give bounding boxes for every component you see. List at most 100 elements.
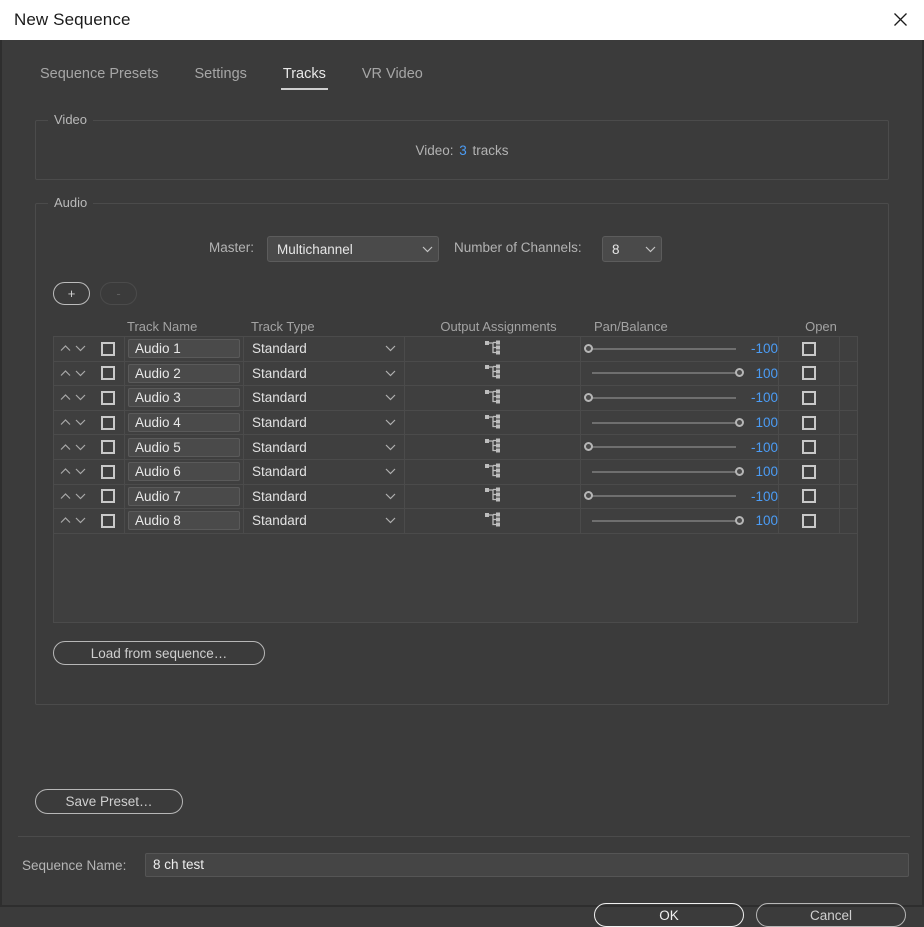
open-checkbox[interactable]	[802, 489, 816, 504]
chevron-down-icon[interactable]	[75, 394, 86, 401]
pan-balance-slider[interactable]	[584, 439, 744, 455]
open-checkbox[interactable]	[802, 415, 816, 430]
track-list[interactable]: Audio 1 Standard -100 Audio 2 Standard 100 Aud…	[53, 336, 858, 623]
pan-slider-knob[interactable]	[584, 442, 593, 452]
pan-slider-knob[interactable]	[735, 515, 744, 525]
track-checkbox[interactable]	[101, 440, 115, 455]
track-name-input[interactable]: Audio 4	[128, 413, 240, 433]
pan-balance-slider[interactable]	[584, 513, 744, 529]
chevron-down-icon[interactable]	[75, 468, 86, 475]
tab-settings[interactable]: Settings	[177, 62, 265, 88]
track-name-input[interactable]: Audio 3	[128, 388, 240, 408]
track-type-select[interactable]: Standard	[246, 413, 401, 433]
pan-balance-value[interactable]: 100	[744, 415, 778, 430]
output-assignments-cell[interactable]	[405, 509, 581, 533]
output-assignments-cell[interactable]	[405, 484, 581, 509]
save-preset-button[interactable]: Save Preset…	[35, 789, 183, 814]
table-row[interactable]: Audio 7 Standard -100	[54, 484, 857, 510]
chevron-up-icon[interactable]	[60, 370, 71, 377]
chevron-up-icon[interactable]	[60, 468, 71, 475]
chevron-down-icon[interactable]	[75, 345, 86, 352]
track-type-select[interactable]: Standard	[246, 486, 401, 506]
chevron-up-icon[interactable]	[60, 345, 71, 352]
output-assignments-cell[interactable]	[405, 337, 581, 361]
track-type-select[interactable]: Standard	[246, 339, 401, 359]
track-type-select[interactable]: Standard	[246, 363, 401, 383]
track-type-select[interactable]: Standard	[246, 388, 401, 408]
tab-tracks[interactable]: Tracks	[265, 62, 344, 90]
open-checkbox[interactable]	[802, 440, 816, 455]
table-row[interactable]: Audio 4 Standard 100	[54, 410, 857, 436]
table-row[interactable]: Audio 6 Standard 100	[54, 459, 857, 485]
output-assignments-cell[interactable]	[405, 459, 581, 484]
sequence-name-input[interactable]: 8 ch test	[145, 853, 909, 877]
load-from-sequence-button[interactable]: Load from sequence…	[53, 641, 265, 665]
table-row[interactable]: Audio 8 Standard 100	[54, 509, 857, 534]
output-assignments-cell[interactable]	[405, 410, 581, 435]
chevron-down-icon[interactable]	[75, 419, 86, 426]
track-name-input[interactable]: Audio 7	[128, 486, 240, 506]
pan-balance-slider[interactable]	[584, 365, 744, 381]
chevron-up-icon[interactable]	[60, 493, 71, 500]
track-type-select[interactable]: Standard	[246, 437, 401, 457]
open-checkbox[interactable]	[802, 390, 816, 405]
open-checkbox[interactable]	[802, 341, 816, 356]
chevron-down-icon[interactable]	[75, 444, 86, 451]
master-select[interactable]: Multichannel	[267, 236, 439, 262]
pan-slider-knob[interactable]	[584, 392, 593, 402]
track-checkbox[interactable]	[101, 366, 115, 381]
number-of-channels-select[interactable]: 8	[602, 236, 662, 262]
track-checkbox[interactable]	[101, 390, 115, 405]
pan-balance-value[interactable]: 100	[744, 513, 778, 528]
track-checkbox[interactable]	[101, 341, 115, 356]
table-row[interactable]: Audio 3 Standard -100	[54, 386, 857, 411]
chevron-down-icon[interactable]	[75, 493, 86, 500]
pan-balance-slider[interactable]	[584, 464, 744, 480]
track-name-input[interactable]: Audio 6	[128, 462, 240, 482]
chevron-up-icon[interactable]	[60, 419, 71, 426]
track-name-input[interactable]: Audio 1	[128, 339, 240, 359]
pan-slider-knob[interactable]	[584, 343, 593, 353]
track-name-input[interactable]: Audio 2	[128, 363, 240, 383]
chevron-down-icon[interactable]	[75, 370, 86, 377]
output-assignments-cell[interactable]	[405, 361, 581, 386]
chevron-up-icon[interactable]	[60, 394, 71, 401]
open-checkbox[interactable]	[802, 366, 816, 381]
chevron-down-icon[interactable]	[75, 517, 86, 524]
track-name-input[interactable]: Audio 8	[128, 511, 240, 531]
output-assignments-cell[interactable]	[405, 386, 581, 410]
pan-balance-slider[interactable]	[584, 415, 744, 431]
open-checkbox[interactable]	[802, 513, 816, 528]
pan-slider-knob[interactable]	[735, 368, 744, 378]
pan-slider-knob[interactable]	[584, 491, 593, 501]
track-type-select[interactable]: Standard	[246, 462, 401, 482]
track-checkbox[interactable]	[101, 464, 115, 479]
pan-balance-value[interactable]: 100	[744, 366, 778, 381]
pan-balance-value[interactable]: 100	[744, 464, 778, 479]
pan-balance-slider[interactable]	[584, 341, 744, 357]
table-row[interactable]: Audio 1 Standard -100	[54, 337, 857, 362]
track-checkbox[interactable]	[101, 513, 115, 528]
pan-balance-value[interactable]: -100	[744, 390, 778, 405]
output-assignments-cell[interactable]	[405, 435, 581, 459]
track-name-input[interactable]: Audio 5	[128, 437, 240, 457]
table-row[interactable]: Audio 2 Standard 100	[54, 361, 857, 387]
tab-vr-video[interactable]: VR Video	[344, 62, 441, 88]
pan-balance-slider[interactable]	[584, 488, 744, 504]
pan-balance-value[interactable]: -100	[744, 341, 778, 356]
pan-balance-value[interactable]: -100	[744, 489, 778, 504]
close-icon[interactable]	[876, 0, 924, 39]
add-track-button[interactable]: +	[53, 282, 90, 305]
pan-balance-slider[interactable]	[584, 390, 744, 406]
pan-slider-knob[interactable]	[735, 466, 744, 476]
pan-slider-knob[interactable]	[735, 417, 744, 427]
pan-balance-value[interactable]: -100	[744, 440, 778, 455]
open-checkbox[interactable]	[802, 464, 816, 479]
tab-sequence-presets[interactable]: Sequence Presets	[22, 62, 177, 88]
chevron-up-icon[interactable]	[60, 443, 71, 451]
track-checkbox[interactable]	[101, 489, 115, 504]
video-tracks-value[interactable]: 3	[457, 143, 469, 158]
table-row[interactable]: Audio 5 Standard -100	[54, 435, 857, 460]
chevron-up-icon[interactable]	[60, 517, 71, 524]
track-checkbox[interactable]	[101, 415, 115, 430]
